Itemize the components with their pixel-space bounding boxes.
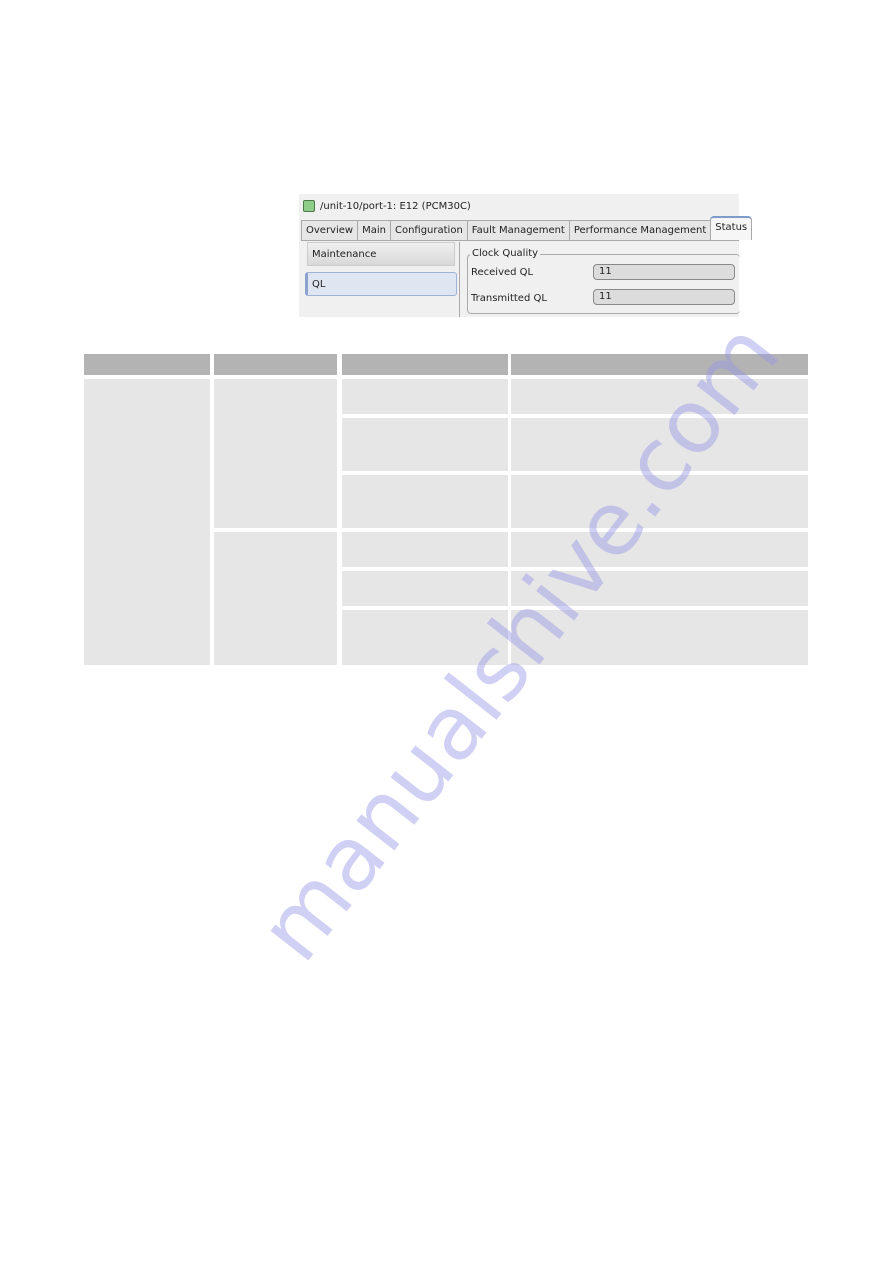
header-cell: [84, 354, 210, 375]
side-item-maintenance[interactable]: Maintenance: [307, 242, 455, 266]
received-ql-label: Received QL: [471, 267, 534, 278]
side-item-ql[interactable]: QL: [305, 272, 457, 296]
window-title: /unit-10/port-1: E12 (PCM30C): [303, 199, 471, 213]
table-cell: [214, 379, 337, 528]
transmitted-ql-field[interactable]: 11: [593, 289, 735, 305]
tab-performance-management[interactable]: Performance Management: [568, 220, 712, 240]
group-label: Clock Quality: [470, 248, 541, 259]
table-cell: [84, 379, 210, 665]
received-ql-field[interactable]: 11: [593, 264, 735, 280]
tab-configuration[interactable]: Configuration: [389, 220, 468, 240]
tab-overview[interactable]: Overview: [301, 220, 359, 240]
tab-bar: Overview Main Configuration Fault Manage…: [301, 216, 753, 241]
tab-fault-management[interactable]: Fault Management: [466, 220, 570, 240]
header-cell: [214, 354, 337, 375]
transmitted-ql-label: Transmitted QL: [471, 293, 547, 304]
table-cell: [342, 571, 508, 606]
table-cell: [342, 379, 508, 414]
side-nav: Maintenance QL: [303, 242, 460, 317]
tab-main[interactable]: Main: [357, 220, 391, 240]
table-cell: [342, 418, 508, 471]
status-led-icon: [303, 200, 315, 212]
document-page: /unit-10/port-1: E12 (PCM30C) Overview M…: [0, 0, 893, 1263]
table-cell: [342, 532, 508, 567]
table-cell: [214, 532, 337, 665]
embedded-screenshot: /unit-10/port-1: E12 (PCM30C) Overview M…: [299, 194, 753, 317]
header-cell: [342, 354, 508, 375]
tab-status[interactable]: Status: [710, 216, 753, 240]
table-cell: [342, 475, 508, 528]
clock-quality-group: [467, 254, 740, 314]
title-text: /unit-10/port-1: E12 (PCM30C): [320, 200, 471, 212]
